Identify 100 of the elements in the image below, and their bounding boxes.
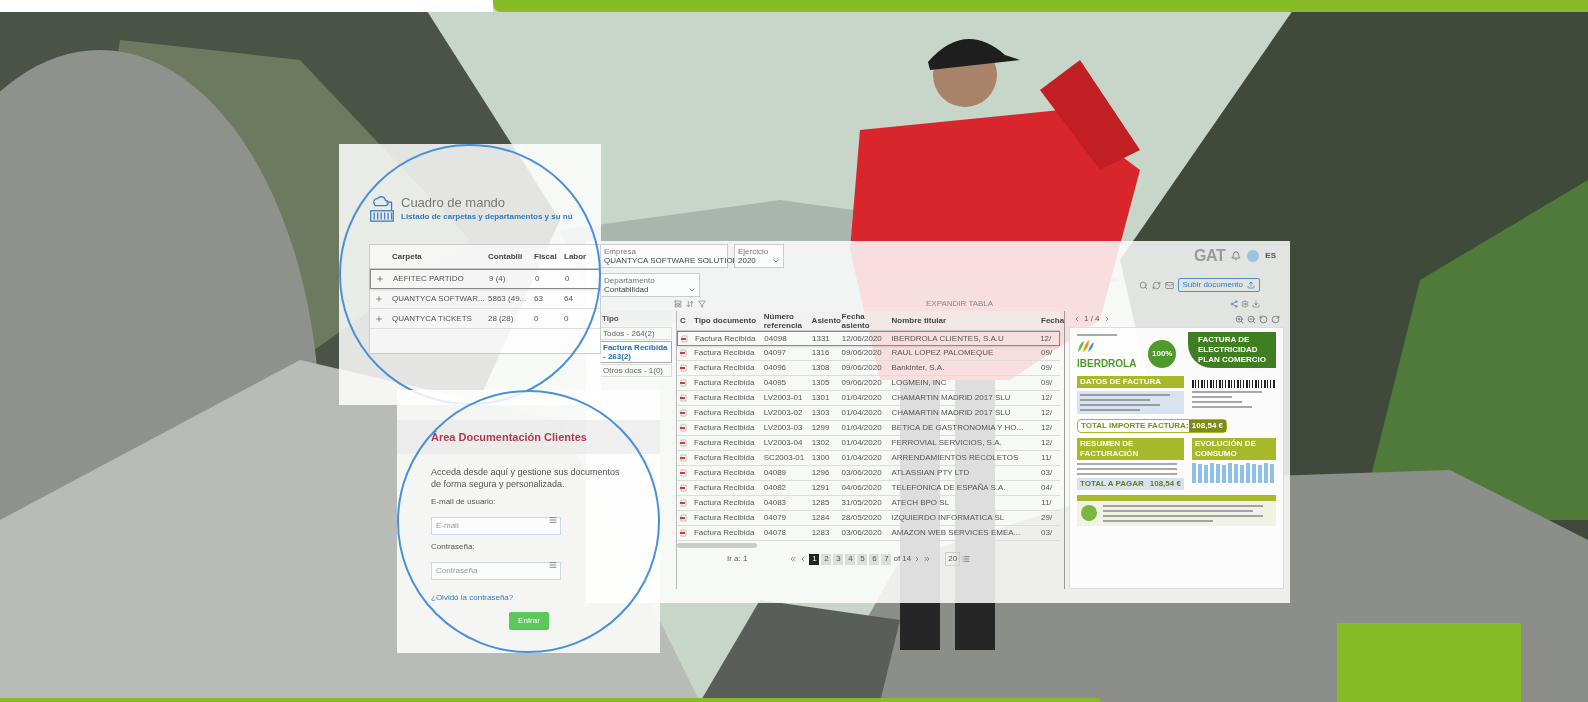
select-label: Empresa xyxy=(604,246,636,256)
type-filter-item[interactable]: Otros docs - 1(0) xyxy=(600,364,672,377)
horizontal-scrollbar[interactable] xyxy=(677,543,757,548)
rotate-right-icon[interactable] xyxy=(1271,314,1280,324)
document-icon xyxy=(680,514,687,522)
document-icon xyxy=(680,424,687,432)
type-filter-item[interactable]: Todos - 264(2) xyxy=(600,327,672,340)
zoom-in-icon[interactable] xyxy=(1235,314,1244,324)
total-amount: 108,54 € xyxy=(1188,420,1226,432)
table-cell-text: 1291 xyxy=(810,482,831,494)
folder-row[interactable]: AEFITEC PARTIDO 9 (4) 0 0 xyxy=(370,269,600,289)
table-row[interactable]: Factura Recibida 04095 1305 09/06/2020 LOGMEIN, INC 09/ xyxy=(677,376,1060,391)
page-button[interactable]: 6 xyxy=(869,553,880,565)
page-button[interactable]: 4 xyxy=(845,553,856,565)
document-icon xyxy=(680,439,687,447)
page-button[interactable]: 3 xyxy=(833,553,844,565)
table-cell-text: LV2003-03 xyxy=(762,422,804,434)
settings-icon[interactable] xyxy=(1241,300,1249,308)
table-row[interactable]: Factura Recibida LV2003-01 1301 01/04/2020 CHAMARTIN MADRID 2017 SLU 12/ xyxy=(677,391,1060,406)
previous-icon[interactable] xyxy=(1073,315,1081,323)
table-row[interactable]: Factura Recibida 04098 1331 12/06/2020 IBERDROLA CLIENTES, S.A.U 12/ xyxy=(677,331,1060,346)
table-cell-text: Factura Recibida xyxy=(692,422,756,434)
table-cell-text: CHAMARTIN MADRID 2017 SLU xyxy=(890,392,1012,404)
upload-button[interactable]: Subir documento xyxy=(1177,278,1260,292)
filter-icon[interactable] xyxy=(698,300,706,308)
table-row[interactable]: Factura Recibida 04082 1291 04/06/2020 TELEFONICA DE ESPAÑA S.A. 04/ xyxy=(677,481,1060,496)
avatar[interactable] xyxy=(1247,250,1260,262)
table-cell-text: 01/04/2020 xyxy=(840,422,883,434)
page-button[interactable]: 2 xyxy=(821,553,832,565)
cloud-box-icon xyxy=(369,194,395,224)
column-header[interactable]: Nombre titular xyxy=(888,316,1038,325)
column-header: Labor xyxy=(564,250,588,263)
table-row[interactable]: Factura Recibida 04083 1285 31/05/2020 ATECH BPO SL 11/ xyxy=(677,496,1060,511)
table-cell-text: LOGMEIN, INC xyxy=(890,377,948,389)
table-cell-text: 04079 xyxy=(762,512,788,524)
download-icon[interactable] xyxy=(1252,300,1260,308)
pay-amount: 108,54 € xyxy=(1149,478,1181,490)
table-row[interactable]: Factura Recibida 04096 1308 09/06/2020 Bankinter, S.A. 09/ xyxy=(677,361,1060,376)
table-row[interactable]: Factura Recibida SC2003-01 1300 01/04/2020 ARRENDAMIENTOS RECOLETOS 11/ xyxy=(677,451,1060,466)
column-header[interactable]: Tipo documento xyxy=(690,316,761,325)
type-filter-item[interactable]: Factura Recibida - 263(2) xyxy=(600,341,672,363)
upload-icon xyxy=(1247,281,1255,289)
table-cell-text: 01/04/2020 xyxy=(840,452,883,464)
last-page-icon[interactable] xyxy=(923,555,932,563)
input-field[interactable]: E-mail xyxy=(431,516,561,535)
zoom-out-icon[interactable] xyxy=(1247,314,1256,324)
go-to-page[interactable]: Ir a: 1 xyxy=(727,553,748,565)
table-cell-text: RAUL LOPEZ PALOMEQUE xyxy=(890,347,995,359)
folder-row[interactable]: QUANTYCA SOFTWAR... 5863 (49... 63 64 xyxy=(370,289,600,309)
first-page-icon[interactable] xyxy=(789,555,798,563)
select-field[interactable]: Departamento Contabilidad xyxy=(600,273,700,297)
table-row[interactable]: Factura Recibida 04079 1284 28/05/2020 IZQUIERDO INFORMATICA SL 29/ xyxy=(677,511,1060,526)
column-header[interactable]: C xyxy=(677,316,691,325)
text-line xyxy=(1192,391,1262,393)
page-button[interactable]: 1 xyxy=(809,553,820,565)
mail-icon[interactable] xyxy=(1164,280,1174,290)
table-cell-text: 5863 (49... xyxy=(488,292,528,305)
table-cell-text: 0 xyxy=(565,273,571,285)
text-line xyxy=(1192,406,1252,408)
table-row[interactable]: Factura Recibida 04078 1283 03/06/2020 AMAZON WEB SERVICES EMEA... 03/ xyxy=(677,526,1060,541)
share-icon[interactable] xyxy=(1230,300,1238,308)
section-header: DATOS DE FACTURA xyxy=(1077,376,1184,388)
list-icon[interactable] xyxy=(962,555,971,563)
document-icon xyxy=(680,484,687,492)
table-cell-text: 28 (28) xyxy=(488,312,515,325)
table-cell-text: 04097 xyxy=(762,347,788,359)
document-icon xyxy=(680,469,687,477)
table-cell-text: ARRENDAMIENTOS RECOLETOS xyxy=(890,452,1020,464)
select-field[interactable]: Ejercicio 2020 xyxy=(734,244,784,268)
card-title: Cuadro de mando xyxy=(401,194,507,212)
expand-icon[interactable] xyxy=(376,275,384,283)
table-cell-text: 1308 xyxy=(810,362,831,374)
search-icon[interactable] xyxy=(1138,280,1148,290)
expand-icon[interactable] xyxy=(375,314,383,323)
column-header[interactable]: Asiento xyxy=(808,316,839,325)
table-cell-text: Factura Recibida xyxy=(692,467,756,479)
table-row[interactable]: Factura Recibida LV2003-03 1299 01/04/2020 BETICA DE GASTRONOMIA Y HO... 12/ xyxy=(677,421,1060,436)
input-field[interactable]: Contraseña xyxy=(431,561,561,580)
table-row[interactable]: Factura Recibida LV2003-02 1303 01/04/2020 CHAMARTIN MADRID 2017 SLU 12/ xyxy=(677,406,1060,421)
table-row[interactable]: Factura Recibida LV2003-04 1302 01/04/2020 FERROVIAL SERVICIOS, S.A. 12/ xyxy=(677,436,1060,451)
layout-icon[interactable] xyxy=(674,300,682,308)
sort-icon[interactable] xyxy=(686,300,694,308)
expand-icon[interactable] xyxy=(375,294,383,303)
page-button[interactable]: 5 xyxy=(857,553,868,565)
table-row[interactable]: Factura Recibida 04089 1296 03/06/2020 ATLASSIAN PTY LTD 03/ xyxy=(677,466,1060,481)
table-cell-text: 1299 xyxy=(810,422,831,434)
rotate-left-icon[interactable] xyxy=(1259,314,1268,324)
column-header[interactable]: Número referencia xyxy=(760,311,809,330)
keypad-icon xyxy=(549,516,557,524)
select-value: Contabilidad xyxy=(604,284,649,295)
page-button[interactable]: 7 xyxy=(881,553,892,565)
page-size-select[interactable]: 20 xyxy=(945,552,961,566)
language-selector[interactable]: ES xyxy=(1265,250,1276,262)
forgot-password-link[interactable]: ¿Olvidó la contraseña? xyxy=(431,592,514,604)
table-row[interactable]: Factura Recibida 04097 1316 09/06/2020 RAUL LOPEZ PALOMEQUE 09/ xyxy=(677,346,1060,361)
notifications-icon[interactable] xyxy=(1231,251,1242,261)
refresh-icon[interactable] xyxy=(1151,280,1161,290)
table-cell-text: 09/06/2020 xyxy=(840,347,883,359)
table-cell-text: LV2003-01 xyxy=(762,392,804,404)
folder-row[interactable]: QUANTYCA TICKETS 28 (28) 0 0 xyxy=(370,309,600,329)
